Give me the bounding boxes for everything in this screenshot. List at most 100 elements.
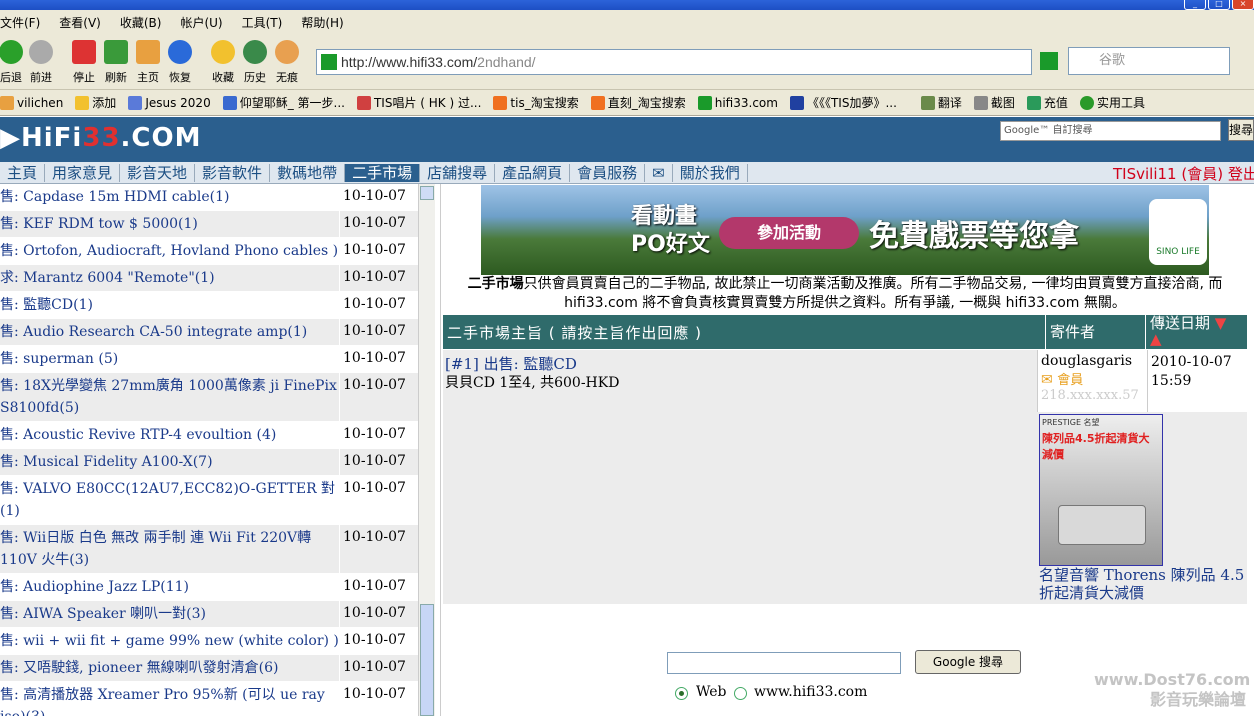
nav-digital[interactable]: 數碼地帶 [270, 163, 346, 182]
ad-caption-link[interactable]: 名望音響 Thorens 陳列品 4.5 折起清貨大減價 [1039, 566, 1245, 602]
fav-item-jesus[interactable]: Jesus 2020 [128, 95, 211, 110]
list-item[interactable]: 售: wii + wii fit + game 99% new (white c… [0, 628, 418, 655]
sino-life-logo: SINO LIFE [1149, 199, 1207, 265]
fav-item-taobao-tis[interactable]: tis_淘宝搜索 [493, 94, 579, 111]
author-name[interactable]: douglasgaris [1041, 353, 1144, 369]
address-bar[interactable]: http://www.hifi33.com/2ndhand/ [316, 49, 1032, 75]
list-item[interactable]: 售: 監聽CD(1) 10-10-07 [0, 292, 418, 319]
taobao-icon [493, 95, 508, 110]
refresh-button[interactable]: 刷新 [101, 40, 131, 85]
nav-opinions[interactable]: 用家意見 [45, 163, 121, 182]
nav-products[interactable]: 產品網頁 [495, 163, 571, 182]
list-item[interactable]: 售: Ortofon, Audiocraft, Hovland Phono ca… [0, 238, 418, 265]
user-logout[interactable]: TISvili11 (會員) 登出 [1113, 163, 1254, 184]
tools-button[interactable]: 实用工具 [1079, 94, 1145, 111]
recharge-button[interactable]: 充值 [1026, 94, 1068, 111]
stop-icon [72, 40, 96, 64]
site-search-button[interactable]: 搜尋 [1228, 119, 1254, 141]
fav-item-vilichen[interactable]: vilichen [0, 95, 63, 110]
fav-item-tis[interactable]: TIS唱片 ( HK ) 过... [356, 94, 481, 111]
menu-file[interactable]: 文件(F) [0, 14, 40, 31]
fav-item-yangwang[interactable]: 仰望耶稣_ 第一步... [222, 94, 345, 111]
list-item[interactable]: 售: Capdase 15m HDMI cable(1) 10-10-07 [0, 184, 418, 211]
list-item[interactable]: 售: VALVO E80CC(12AU7,ECC82)O-GETTER 對(1)… [0, 476, 418, 525]
ad-banner[interactable]: 看動畫 PO好文 參加活動 免費戲票等您拿 SINO LIFE [481, 185, 1209, 275]
footer-search-input[interactable] [667, 652, 901, 674]
footer-search-button[interactable]: Google 搜尋 [915, 650, 1021, 674]
fav-item-tis-dream[interactable]: 《《《TIS加夢》... [789, 94, 897, 111]
back-icon [0, 40, 23, 64]
post-subject-link[interactable]: [#1] 出售: 監聽CD [445, 353, 577, 374]
list-item[interactable]: 售: Wii日版 白色 無改 兩手制 連 Wii Fit 220V轉110V 火… [0, 525, 418, 574]
ad-promo-text: 陳列品4.5折起清貨大減價 [1042, 432, 1150, 461]
post-list: 售: Capdase 15m HDMI cable(1) 10-10-07 售: … [0, 184, 418, 716]
banner-join-button[interactable]: 參加活動 [719, 217, 859, 249]
menu-favorites[interactable]: 收藏(B) [120, 14, 162, 31]
side-ad-image[interactable]: PRESTIGE 名望 陳列品4.5折起清貨大減價 [1039, 414, 1163, 566]
favorites-button[interactable]: 收藏 [208, 40, 238, 85]
list-item[interactable]: 售: 又唔駛錢, pioneer 無線喇叭發射清倉(6) 10-10-07 [0, 655, 418, 682]
browser-search-input[interactable]: 谷歌 [1068, 47, 1230, 75]
minimize-button[interactable]: _ [1184, 0, 1206, 10]
col-sender: 寄件者 [1045, 315, 1145, 349]
screenshot-button[interactable]: 截图 [973, 94, 1015, 111]
list-item[interactable]: 售: Musical Fidelity A100-X(7) 10-10-07 [0, 449, 418, 476]
translate-button[interactable]: 翻译 [920, 94, 962, 111]
fav-item-add[interactable]: 添加 [75, 94, 116, 111]
table-header: 二手市場主旨 ( 請按主旨作出回應 ) 寄件者 傳送日期 ▼ ▲ [443, 315, 1247, 349]
taobao-icon [590, 95, 605, 110]
home-button[interactable]: 主页 [133, 40, 163, 85]
radio-site[interactable] [734, 687, 747, 700]
scroll-up-icon[interactable] [420, 186, 434, 200]
menu-view[interactable]: 查看(V) [59, 14, 101, 31]
radio-site-label: www.hifi33.com [754, 684, 868, 700]
mail-icon[interactable]: ✉ [1041, 372, 1053, 388]
page-icon [356, 95, 371, 110]
left-scrollbar[interactable] [418, 184, 435, 716]
menu-help[interactable]: 帮助(H) [301, 14, 343, 31]
sort-up-icon[interactable]: ▲ [1150, 330, 1162, 348]
scroll-thumb[interactable] [420, 604, 434, 716]
site-logo[interactable]: ▶HiFi33.COM [0, 123, 201, 153]
intro-text: 二手市場只供會員買賣自己的二手物品, 故此禁止一切商業活動及推廣。所有二手物品交… [467, 276, 1223, 311]
star-icon [75, 95, 90, 110]
forward-button[interactable]: 前进 [26, 40, 56, 85]
list-item[interactable]: 售: Audiophine Jazz LP(11) 10-10-07 [0, 574, 418, 601]
menu-tools[interactable]: 工具(T) [242, 14, 283, 31]
back-button[interactable]: 后退 [0, 40, 26, 85]
list-item[interactable]: 售: Acoustic Revive RTP-4 evoultion (4) 10… [0, 422, 418, 449]
menu-account[interactable]: 帐户(U) [180, 14, 222, 31]
nav-shop-search[interactable]: 店舖搜尋 [420, 163, 496, 182]
restore-button[interactable]: 恢复 [165, 40, 195, 85]
col-date[interactable]: 傳送日期 ▼ ▲ [1145, 315, 1247, 349]
nav-mail-icon[interactable]: ✉ [645, 163, 673, 182]
close-window-button[interactable]: × [1232, 0, 1254, 10]
list-item[interactable]: 售: 高清播放器 Xreamer Pro 95%新 (可以 ue ray iso… [0, 682, 418, 716]
fav-item-taobao-zhike[interactable]: 直刻_淘宝搜索 [590, 94, 686, 111]
window-title-bar: _ □ × [0, 0, 1254, 10]
page-icon [222, 95, 237, 110]
go-icon[interactable] [1040, 52, 1058, 70]
list-item[interactable]: 售: Audio Research CA-50 integrate amp(1)… [0, 319, 418, 346]
list-item[interactable]: 求: Marantz 6004 "Remote"(1) 10-10-07 [0, 265, 418, 292]
nav-secondhand[interactable]: 二手市場 [345, 163, 421, 182]
nav-member[interactable]: 會員服務 [570, 163, 646, 182]
list-item[interactable]: 售: AIWA Speaker 喇叭一對(3) 10-10-07 [0, 601, 418, 628]
private-button[interactable]: 无痕 [272, 40, 302, 85]
radio-web[interactable] [675, 687, 688, 700]
history-button[interactable]: 历史 [240, 40, 270, 85]
address-path: 2ndhand/ [477, 54, 536, 70]
stop-button[interactable]: 停止 [69, 40, 99, 85]
sort-down-icon[interactable]: ▼ [1215, 314, 1227, 332]
site-search-input[interactable]: Google™ 自訂搜尋 [1000, 121, 1221, 141]
maximize-button[interactable]: □ [1208, 0, 1230, 10]
ad-header: PRESTIGE 名望 [1042, 418, 1100, 427]
list-item[interactable]: 售: 18X光學變焦 27mm廣角 1000萬像素 ji FinePix S81… [0, 373, 418, 422]
nav-av-software[interactable]: 影音軟件 [195, 163, 271, 182]
fav-item-hifi33[interactable]: hifi33.com [697, 95, 778, 110]
list-item[interactable]: 售: KEF RDM tow $ 5000(1) 10-10-07 [0, 211, 418, 238]
nav-home[interactable]: 主頁 [0, 163, 46, 182]
nav-about[interactable]: 關於我們 [673, 163, 748, 182]
list-item[interactable]: 售: superman (5) 10-10-07 [0, 346, 418, 373]
nav-av-world[interactable]: 影音天地 [120, 163, 196, 182]
